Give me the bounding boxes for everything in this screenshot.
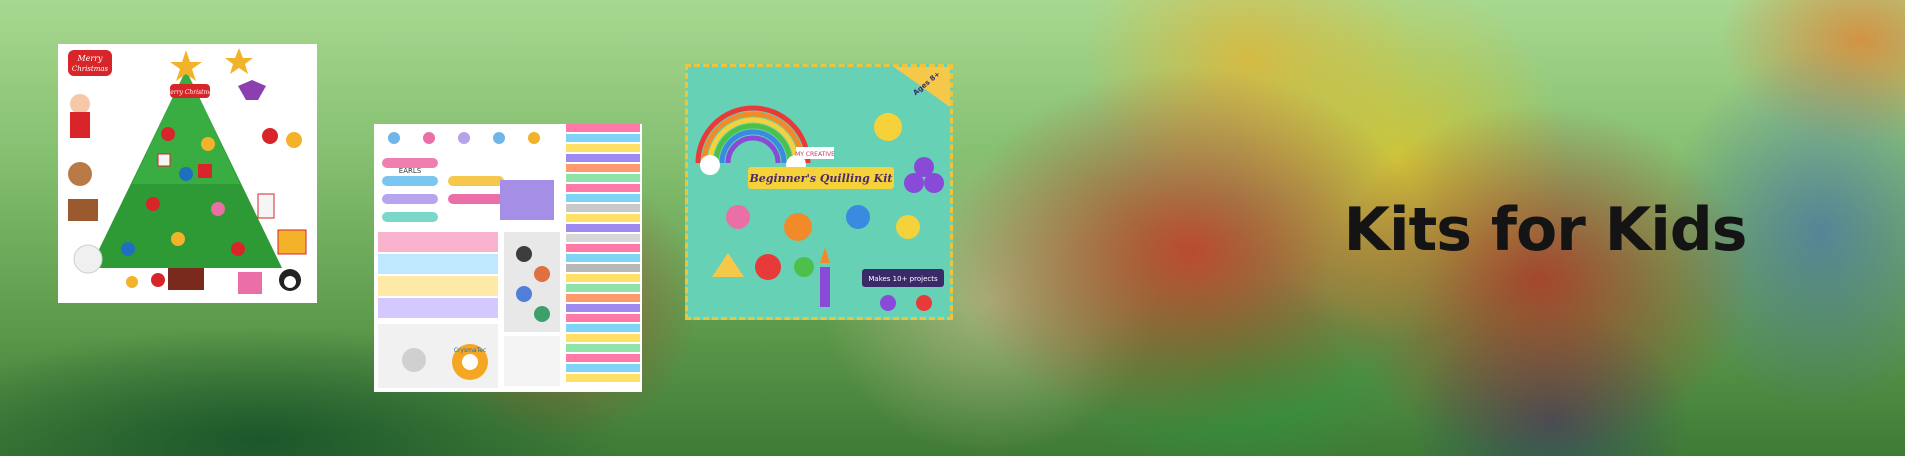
svg-text:CrysmaTec: CrysmaTec <box>454 347 487 354</box>
banner-heading: Kits for Kids <box>1343 195 1748 265</box>
svg-text:Christmas: Christmas <box>72 65 109 73</box>
svg-text:EARLS: EARLS <box>399 167 422 175</box>
svg-text:Makes 10+ projects: Makes 10+ projects <box>868 275 938 283</box>
felt-christmas-tree-illustration: Merry Christmas Merry Christmas <box>58 44 317 303</box>
felt-christmas-tree-kit-image[interactable]: Merry Christmas Merry Christmas <box>58 44 317 303</box>
merry-christmas-sign: Merry Christmas <box>68 50 112 76</box>
bracelet-making-kit-image[interactable]: EARLS CrysmaTec <box>374 124 642 392</box>
svg-text:MY CREATIVE: MY CREATIVE <box>795 151 835 158</box>
svg-text:Beginner's Quilling Kit: Beginner's Quilling Kit <box>749 172 893 185</box>
bracelet-kit-illustration: EARLS CrysmaTec <box>374 124 642 392</box>
quilling-kit-illustration: Ages 8+ MY CREATIVE Beginner's Quilling … <box>688 67 950 317</box>
bead-tray <box>378 232 560 332</box>
svg-text:Merry: Merry <box>76 54 103 63</box>
kits-for-kids-banner: Merry Christmas Merry Christmas EARLS Cr… <box>0 0 1905 456</box>
makes-projects-badge: Makes 10+ projects <box>862 269 944 287</box>
beginners-quilling-kit-image[interactable]: Ages 8+ MY CREATIVE Beginner's Quilling … <box>685 64 953 320</box>
santa-figure <box>70 94 90 138</box>
svg-text:Merry Christmas: Merry Christmas <box>163 89 216 96</box>
